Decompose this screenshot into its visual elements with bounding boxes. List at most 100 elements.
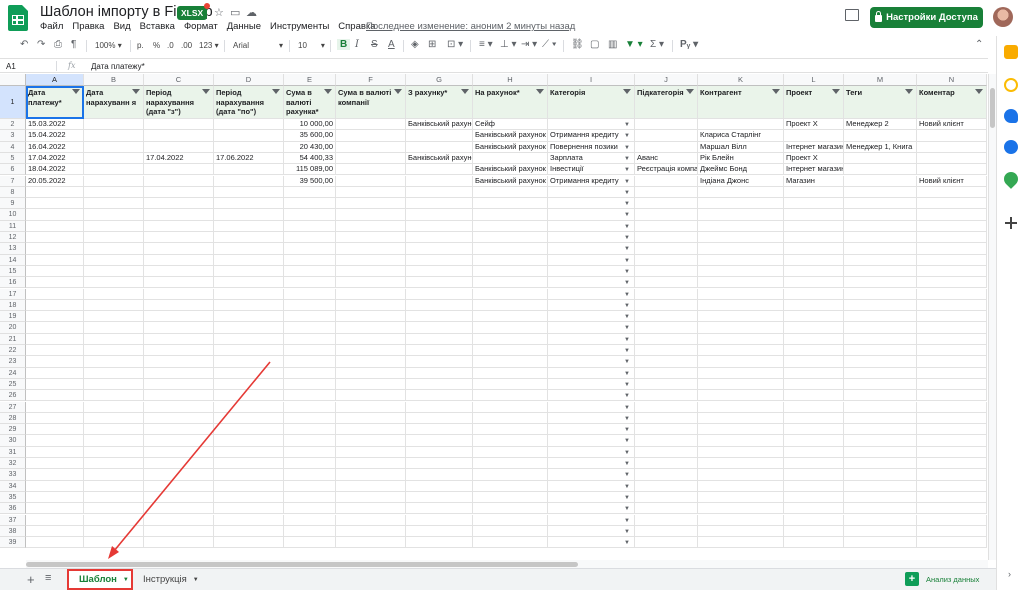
table-cell[interactable]: [284, 311, 336, 323]
table-cell[interactable]: [844, 367, 917, 379]
table-cell[interactable]: [473, 299, 548, 312]
table-cell[interactable]: [473, 503, 548, 515]
table-cell[interactable]: [784, 458, 844, 470]
table-cell[interactable]: [406, 254, 473, 266]
menu-tools[interactable]: Инструменты: [270, 21, 329, 32]
table-cell[interactable]: [473, 424, 548, 436]
chevron-down-icon[interactable]: ▼: [624, 528, 630, 536]
table-cell[interactable]: [698, 390, 784, 402]
table-cell[interactable]: [406, 378, 473, 391]
table-cell[interactable]: [917, 141, 987, 153]
table-cell[interactable]: ▼: [548, 503, 635, 515]
table-cell[interactable]: [917, 198, 987, 210]
table-cell[interactable]: ▼: [548, 322, 635, 334]
table-cell[interactable]: Магазин: [784, 175, 844, 187]
table-cell[interactable]: [336, 265, 406, 278]
table-cell[interactable]: [284, 458, 336, 470]
table-cell[interactable]: [144, 265, 214, 278]
table-cell[interactable]: [635, 491, 698, 504]
insert-link-icon[interactable]: ⛓: [571, 39, 584, 50]
table-cell[interactable]: [84, 446, 144, 458]
table-cell[interactable]: [284, 480, 336, 492]
table-cell[interactable]: [635, 469, 698, 481]
table-cell[interactable]: [473, 458, 548, 470]
row-header-5[interactable]: 5: [0, 152, 26, 165]
table-cell[interactable]: 17.04.2022: [26, 152, 84, 165]
table-cell[interactable]: [784, 130, 844, 142]
table-cell[interactable]: [84, 209, 144, 221]
table-cell[interactable]: [635, 435, 698, 447]
table-cell[interactable]: [284, 345, 336, 357]
table-cell[interactable]: [406, 186, 473, 199]
table-cell[interactable]: [214, 254, 284, 266]
table-cell[interactable]: [84, 378, 144, 391]
italic-icon[interactable]: I: [355, 39, 359, 50]
table-cell[interactable]: [917, 311, 987, 323]
row-header-4[interactable]: 4: [0, 141, 26, 153]
table-cell[interactable]: [284, 243, 336, 255]
table-cell[interactable]: [26, 209, 84, 221]
table-cell[interactable]: Аванс: [635, 152, 698, 165]
table-cell[interactable]: [698, 491, 784, 504]
chevron-down-icon[interactable]: ▼: [624, 460, 630, 468]
table-cell[interactable]: [144, 378, 214, 391]
row-header-15[interactable]: 15: [0, 265, 26, 278]
table-cell[interactable]: [844, 412, 917, 425]
table-cell[interactable]: [917, 265, 987, 278]
table-cell[interactable]: [336, 446, 406, 458]
chevron-down-icon[interactable]: ▼: [624, 370, 630, 378]
table-cell[interactable]: [214, 130, 284, 142]
row-header-3[interactable]: 3: [0, 130, 26, 142]
row-header-17[interactable]: 17: [0, 288, 26, 300]
table-cell[interactable]: [698, 198, 784, 210]
table-cell[interactable]: [844, 401, 917, 413]
table-cell[interactable]: [144, 491, 214, 504]
table-cell[interactable]: [336, 525, 406, 538]
table-cell[interactable]: [917, 299, 987, 312]
table-cell[interactable]: [635, 254, 698, 266]
table-cell[interactable]: [84, 164, 144, 176]
menu-insert[interactable]: Вставка: [140, 21, 175, 32]
table-cell[interactable]: Новий клієнт: [917, 175, 987, 187]
filter-icon[interactable]: [202, 89, 210, 94]
table-cell[interactable]: [214, 356, 284, 368]
table-cell[interactable]: ▼: [548, 299, 635, 312]
table-cell[interactable]: [214, 525, 284, 538]
formula-input[interactable]: Дата платежу*: [91, 62, 145, 71]
table-cell[interactable]: [784, 288, 844, 300]
comment-icon[interactable]: [845, 9, 859, 21]
table-cell[interactable]: [917, 243, 987, 255]
table-cell[interactable]: [406, 412, 473, 425]
table-cell[interactable]: [698, 322, 784, 334]
table-cell[interactable]: [84, 311, 144, 323]
table-cell[interactable]: [784, 322, 844, 334]
table-cell[interactable]: [844, 491, 917, 504]
table-cell[interactable]: [284, 356, 336, 368]
table-cell[interactable]: ▼: [548, 277, 635, 289]
row-header-20[interactable]: 20: [0, 322, 26, 334]
menu-view[interactable]: Вид: [113, 21, 130, 32]
table-cell[interactable]: 17.04.2022: [144, 152, 214, 165]
chevron-down-icon[interactable]: ▼: [624, 324, 630, 332]
sheet-grid[interactable]: A B C D E F G H I J K L M N 1 Дата платежу* Дата нарахув…: [0, 74, 988, 560]
table-cell[interactable]: [844, 164, 917, 176]
table-cell[interactable]: [917, 220, 987, 232]
table-cell[interactable]: [698, 311, 784, 323]
table-cell[interactable]: [917, 390, 987, 402]
header-cell[interactable]: Коментар: [917, 86, 987, 119]
table-cell[interactable]: ▼: [548, 525, 635, 538]
row-header-35[interactable]: 35: [0, 491, 26, 504]
table-cell[interactable]: [698, 503, 784, 515]
table-cell[interactable]: [214, 412, 284, 425]
table-cell[interactable]: [84, 345, 144, 357]
filter-icon[interactable]: [772, 89, 780, 94]
table-cell[interactable]: [26, 345, 84, 357]
sigma-icon[interactable]: Σ ▾: [650, 39, 664, 50]
chevron-down-icon[interactable]: ▼: [624, 155, 630, 163]
table-cell[interactable]: Банківський рахунок: [406, 152, 473, 165]
table-cell[interactable]: [84, 186, 144, 199]
chevron-down-icon[interactable]: ▼: [624, 404, 630, 412]
table-cell[interactable]: [406, 130, 473, 142]
table-cell[interactable]: [144, 288, 214, 300]
last-edit-link[interactable]: Последнее изменение: аноним 2 минуты наз…: [366, 21, 575, 32]
